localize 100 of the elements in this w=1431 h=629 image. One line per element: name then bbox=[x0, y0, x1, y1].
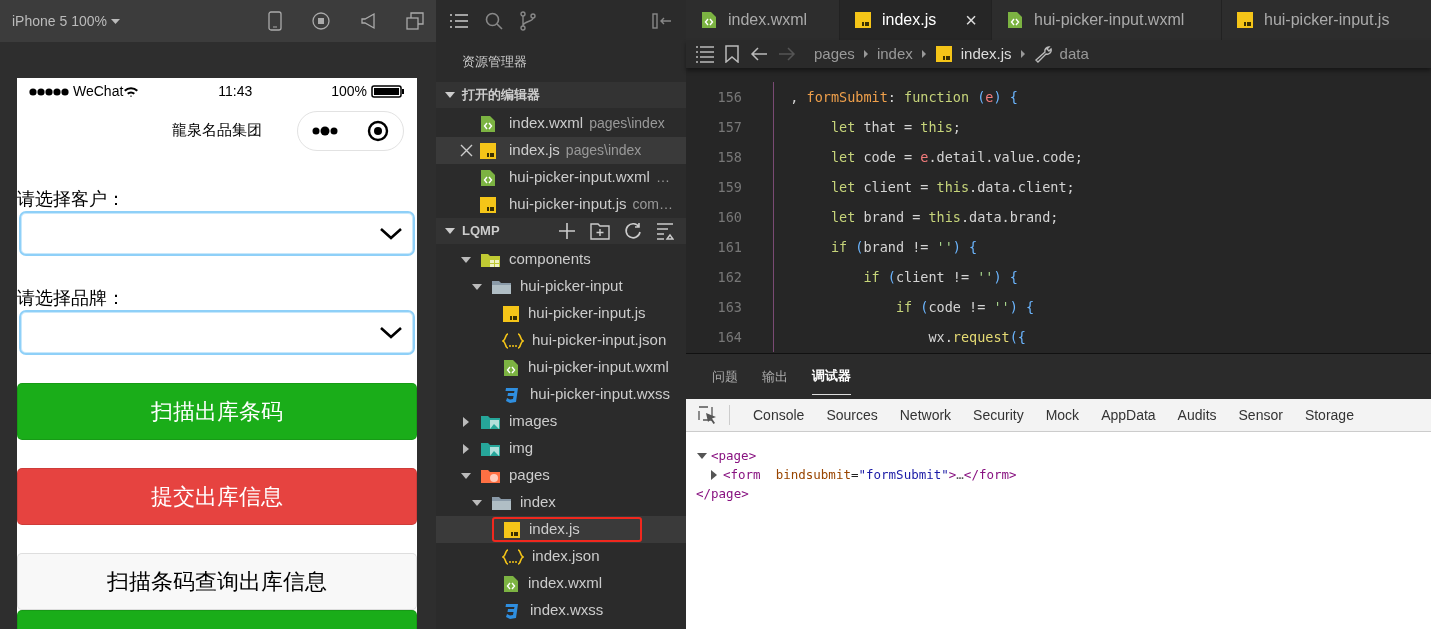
action-button[interactable]: 提交出库信息 bbox=[17, 468, 417, 525]
folder-item[interactable]: index bbox=[436, 489, 686, 516]
file-path: pages\index bbox=[565, 141, 642, 160]
panel-tab[interactable]: 问题 bbox=[712, 358, 738, 395]
devtools-tab[interactable]: Sensor bbox=[1227, 404, 1294, 426]
inspect-icon[interactable] bbox=[698, 405, 717, 425]
panel-tab[interactable]: 输出 bbox=[762, 358, 788, 395]
file-name: index.js bbox=[529, 519, 580, 540]
breadcrumb-item[interactable]: pages bbox=[814, 42, 855, 66]
open-editor-item[interactable]: index.wxml pages\index bbox=[436, 110, 686, 137]
signal-icon bbox=[29, 86, 69, 97]
folder-item[interactable]: img bbox=[436, 435, 686, 462]
line-number: 156 bbox=[716, 87, 742, 107]
open-editor-item[interactable]: index.js pages\index bbox=[436, 137, 686, 164]
back-arrow-icon[interactable] bbox=[750, 45, 768, 63]
folder-item[interactable]: components bbox=[436, 246, 686, 273]
folder-item[interactable]: images bbox=[436, 408, 686, 435]
file-path: pages\index bbox=[589, 114, 665, 133]
devtools-tab[interactable]: AppData bbox=[1090, 404, 1167, 426]
devtools-tab[interactable]: Mock bbox=[1034, 404, 1091, 426]
file-item[interactable]: index.wxss bbox=[436, 597, 686, 624]
element-node[interactable]: <form bindsubmit="formSubmit">…</form> bbox=[696, 465, 1431, 484]
record-icon[interactable] bbox=[312, 12, 330, 30]
collapse-sidebar-icon[interactable] bbox=[652, 13, 672, 29]
folder-item[interactable]: hui-picker-input bbox=[436, 273, 686, 300]
section-header[interactable]: LQMP bbox=[436, 218, 686, 244]
braces-icon bbox=[502, 547, 524, 566]
file-item[interactable]: index.wxml bbox=[436, 570, 686, 597]
file-item[interactable]: hui-picker-input.wxml bbox=[436, 354, 686, 381]
file-name: index.wxss bbox=[530, 600, 604, 621]
folder-item[interactable]: pages bbox=[436, 462, 686, 489]
file-item[interactable]: hui-picker-input.js bbox=[436, 300, 686, 327]
breadcrumb-item[interactable]: index bbox=[876, 42, 913, 66]
code-line: let brand = this.data.brand; bbox=[773, 202, 1059, 232]
folder-name: images bbox=[509, 411, 558, 432]
chevron-down-icon bbox=[379, 325, 403, 340]
page-title: 龍泉名品集团 bbox=[172, 119, 262, 140]
open-editor-item[interactable]: hui-picker-input.js com… bbox=[436, 191, 686, 218]
collapse-all-icon[interactable] bbox=[656, 222, 674, 240]
folder-name: components bbox=[509, 249, 591, 270]
devtools-tab[interactable]: Network bbox=[888, 404, 963, 426]
close-icon[interactable] bbox=[366, 120, 389, 142]
file-item[interactable]: hui-picker-input.wxss bbox=[436, 381, 686, 408]
breadcrumb-item[interactable]: data bbox=[1059, 42, 1089, 66]
outline-icon[interactable] bbox=[696, 45, 714, 63]
line-number: 157 bbox=[716, 117, 742, 137]
devtools-tab[interactable]: Storage bbox=[1293, 404, 1365, 426]
editor-tab[interactable]: index.js × bbox=[840, 0, 992, 40]
file-name: index.wxml bbox=[528, 573, 603, 594]
breadcrumb-item[interactable]: index.js bbox=[960, 42, 1012, 66]
file-path: … bbox=[655, 168, 670, 187]
code-line: if (client != '') { bbox=[773, 262, 1018, 292]
code-line: if (brand != '') { bbox=[773, 232, 978, 262]
file-name: hui-picker-input.wxml bbox=[528, 357, 669, 378]
carrier-name: WeChat bbox=[73, 82, 124, 101]
js-file-icon bbox=[1236, 11, 1254, 29]
code-line: let code = e.detail.value.code; bbox=[773, 142, 1083, 172]
code-line: let client = this.data.client; bbox=[773, 172, 1075, 202]
devtools-tab[interactable]: Audits bbox=[1166, 404, 1228, 426]
js-file-icon bbox=[854, 11, 872, 29]
field-label: 请选择品牌： bbox=[17, 287, 126, 310]
code-line: if (code != '') { bbox=[773, 292, 1035, 322]
speaker-icon[interactable] bbox=[360, 12, 376, 30]
windows-icon[interactable] bbox=[406, 12, 424, 30]
line-number: 159 bbox=[716, 177, 742, 197]
code-file-icon bbox=[1006, 11, 1024, 29]
action-button[interactable]: 扫描条码查询出库信息 bbox=[17, 553, 417, 610]
file-name: hui-picker-input.wxss bbox=[530, 384, 671, 405]
chevron-right-icon bbox=[1019, 49, 1026, 59]
refresh-icon[interactable] bbox=[624, 222, 642, 240]
panel-tab[interactable]: 调试器 bbox=[812, 358, 851, 395]
file-item[interactable]: index.json bbox=[436, 543, 686, 570]
file-item[interactable]: hui-picker-input.json bbox=[436, 327, 686, 354]
phone-icon[interactable] bbox=[268, 11, 282, 31]
js-file-icon bbox=[503, 520, 521, 539]
plus-icon[interactable] bbox=[558, 222, 576, 240]
branch-icon[interactable] bbox=[520, 11, 536, 31]
line-number: 160 bbox=[716, 207, 742, 227]
new-folder-icon[interactable] bbox=[590, 222, 610, 240]
open-editor-item[interactable]: hui-picker-input.wxml … bbox=[436, 164, 686, 191]
picker-field[interactable] bbox=[19, 310, 415, 355]
element-node[interactable]: <page> bbox=[696, 446, 1431, 465]
device-selector[interactable]: iPhone 5 100% bbox=[12, 10, 120, 32]
search-icon[interactable] bbox=[485, 12, 503, 30]
devtools-tab[interactable]: Security bbox=[962, 404, 1035, 426]
js-file-icon bbox=[502, 304, 520, 323]
folder-name: index bbox=[520, 492, 556, 513]
more-icon[interactable] bbox=[312, 125, 339, 137]
devtools-tab[interactable]: Sources bbox=[815, 404, 889, 426]
menu-icon[interactable] bbox=[450, 14, 468, 28]
bookmark-icon[interactable] bbox=[724, 45, 740, 63]
js-file-icon bbox=[479, 195, 497, 214]
picker-field[interactable] bbox=[19, 211, 415, 256]
chevron-right-icon bbox=[862, 49, 869, 59]
chevron-right-icon bbox=[920, 49, 927, 59]
close-button[interactable]: × bbox=[965, 5, 977, 35]
section-header[interactable]: 打开的编辑器 bbox=[436, 82, 686, 108]
js-file-icon bbox=[934, 45, 953, 63]
devtools-tab[interactable]: Console bbox=[742, 404, 816, 426]
js-file-icon bbox=[479, 141, 497, 160]
